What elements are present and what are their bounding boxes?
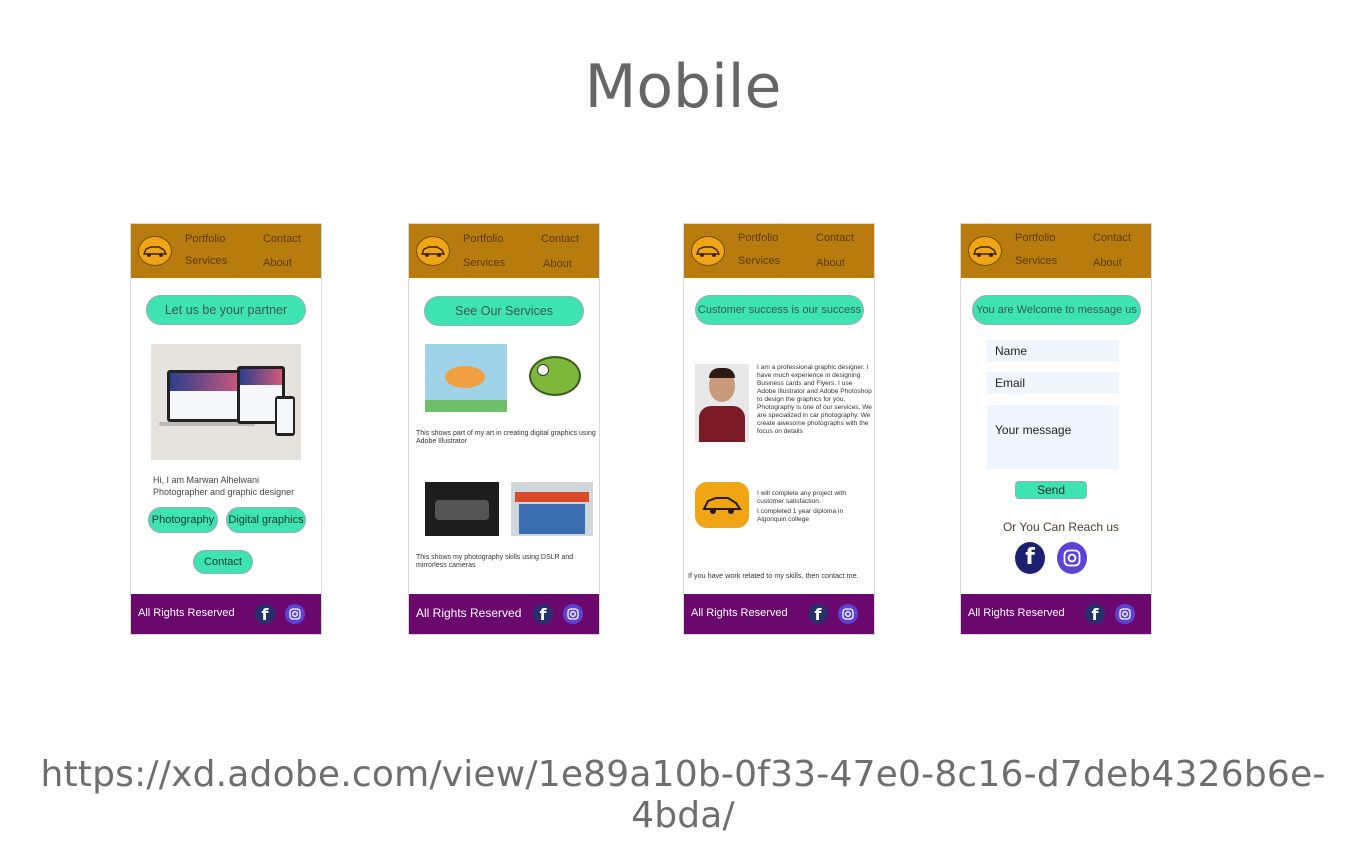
intro-role: Photographer and graphic designer	[153, 487, 295, 497]
nav-about[interactable]: About	[816, 257, 845, 269]
nav-about[interactable]: About	[543, 258, 572, 270]
header: Portfolio Contact Services About	[961, 224, 1151, 278]
diploma-text: I completed 1 year diploma in Algonquin …	[757, 508, 844, 523]
cartoon-fish-image	[523, 344, 585, 410]
nav-services[interactable]: Services	[1015, 255, 1057, 267]
intro-name: Hi, I am Marwan Alhelwani	[153, 475, 260, 485]
footer-text: All Rights Reserved	[968, 607, 1065, 619]
services-screen: Portfolio Contact Services About See Our…	[409, 224, 599, 634]
laptop-image	[167, 370, 247, 422]
nav-portfolio[interactable]: Portfolio	[185, 233, 225, 245]
footer: All Rights Reserved f	[961, 594, 1151, 634]
page-heading: You are Welcome to message us	[972, 295, 1141, 325]
devices-mockup-image	[151, 344, 301, 460]
graphics-caption: This shows part of my art in creating di…	[416, 430, 596, 445]
promise-text: I will complete any project with custome…	[757, 490, 847, 505]
footer: All Rights Reserved f	[409, 594, 599, 634]
name-field[interactable]: Name	[987, 340, 1119, 362]
nav-portfolio[interactable]: Portfolio	[738, 232, 778, 244]
page-heading: Let us be your partner	[146, 295, 306, 325]
message-field[interactable]: Your message	[987, 405, 1119, 469]
facebook-icon[interactable]: f	[1085, 604, 1105, 624]
car-logo-icon[interactable]	[416, 236, 450, 266]
facebook-icon[interactable]: f	[255, 604, 275, 624]
nav-services[interactable]: Services	[463, 257, 505, 269]
prototype-url-link[interactable]: https://xd.adobe.com/view/1e89a10b-0f33-…	[0, 754, 1366, 836]
instagram-large-icon[interactable]	[1057, 542, 1087, 574]
nav-about[interactable]: About	[1093, 257, 1122, 269]
nav-portfolio[interactable]: Portfolio	[1015, 232, 1055, 244]
message-placeholder: Your message	[995, 423, 1072, 437]
home-screen: Portfolio Contact Services About Let us …	[131, 224, 321, 634]
nav-portfolio[interactable]: Portfolio	[463, 233, 503, 245]
photography-caption: This shows my photography skills using D…	[416, 554, 574, 569]
contact-screen: Portfolio Contact Services About You are…	[961, 224, 1151, 634]
facebook-icon[interactable]: f	[808, 604, 828, 624]
profile-photo	[695, 364, 749, 442]
photography-button[interactable]: Photography	[148, 507, 218, 533]
camera-photo-image	[425, 482, 499, 536]
name-placeholder: Name	[995, 344, 1028, 358]
nav-contact[interactable]: Contact	[816, 232, 854, 244]
page-heading: See Our Services	[424, 296, 584, 326]
facebook-large-icon[interactable]: f	[1015, 542, 1045, 574]
instagram-icon[interactable]	[1115, 604, 1135, 624]
header: Portfolio Contact Services About	[684, 224, 874, 278]
nav-services[interactable]: Services	[738, 255, 780, 267]
nav-contact[interactable]: Contact	[263, 233, 301, 245]
fish-illustration-image	[425, 344, 507, 412]
contact-button[interactable]: Contact	[193, 550, 253, 574]
send-button[interactable]: Send	[1015, 481, 1087, 499]
footer-text: All Rights Reserved	[691, 607, 788, 619]
car-logo-icon[interactable]	[691, 236, 725, 266]
reach-us-text: Or You Can Reach us	[1002, 520, 1120, 534]
header: Portfolio Contact Services About	[409, 224, 599, 278]
email-placeholder: Email	[995, 376, 1026, 390]
nav-about[interactable]: About	[263, 257, 292, 269]
nav-contact[interactable]: Contact	[541, 233, 579, 245]
about-screen: Portfolio Contact Services About Custome…	[684, 224, 874, 634]
footer: All Rights Reserved f	[131, 594, 321, 634]
instagram-icon[interactable]	[563, 604, 583, 624]
instagram-icon[interactable]	[838, 604, 858, 624]
footer-text: All Rights Reserved	[416, 606, 522, 620]
header: Portfolio Contact Services About	[131, 224, 321, 278]
car-logo-icon[interactable]	[968, 236, 1002, 266]
nav-services[interactable]: Services	[185, 255, 227, 267]
page-heading: Customer success is our success	[695, 295, 864, 325]
car-logo-icon[interactable]	[138, 236, 172, 266]
footer: All Rights Reserved f	[684, 594, 874, 634]
phone-image	[275, 396, 295, 436]
contact-note: If you have work related to my skills, t…	[688, 571, 859, 580]
digital-graphics-button[interactable]: Digital graphics	[226, 507, 306, 533]
storefront-photo-image	[511, 482, 593, 536]
bio-text: I am a professional graphic designer. I …	[757, 364, 872, 435]
nav-contact[interactable]: Contact	[1093, 232, 1131, 244]
footer-text: All Rights Reserved	[138, 607, 235, 619]
instagram-icon[interactable]	[285, 604, 305, 624]
car-logo-large-icon	[695, 482, 749, 528]
facebook-icon[interactable]: f	[533, 604, 553, 624]
slide-title: Mobile	[584, 52, 782, 122]
email-field[interactable]: Email	[987, 372, 1119, 394]
